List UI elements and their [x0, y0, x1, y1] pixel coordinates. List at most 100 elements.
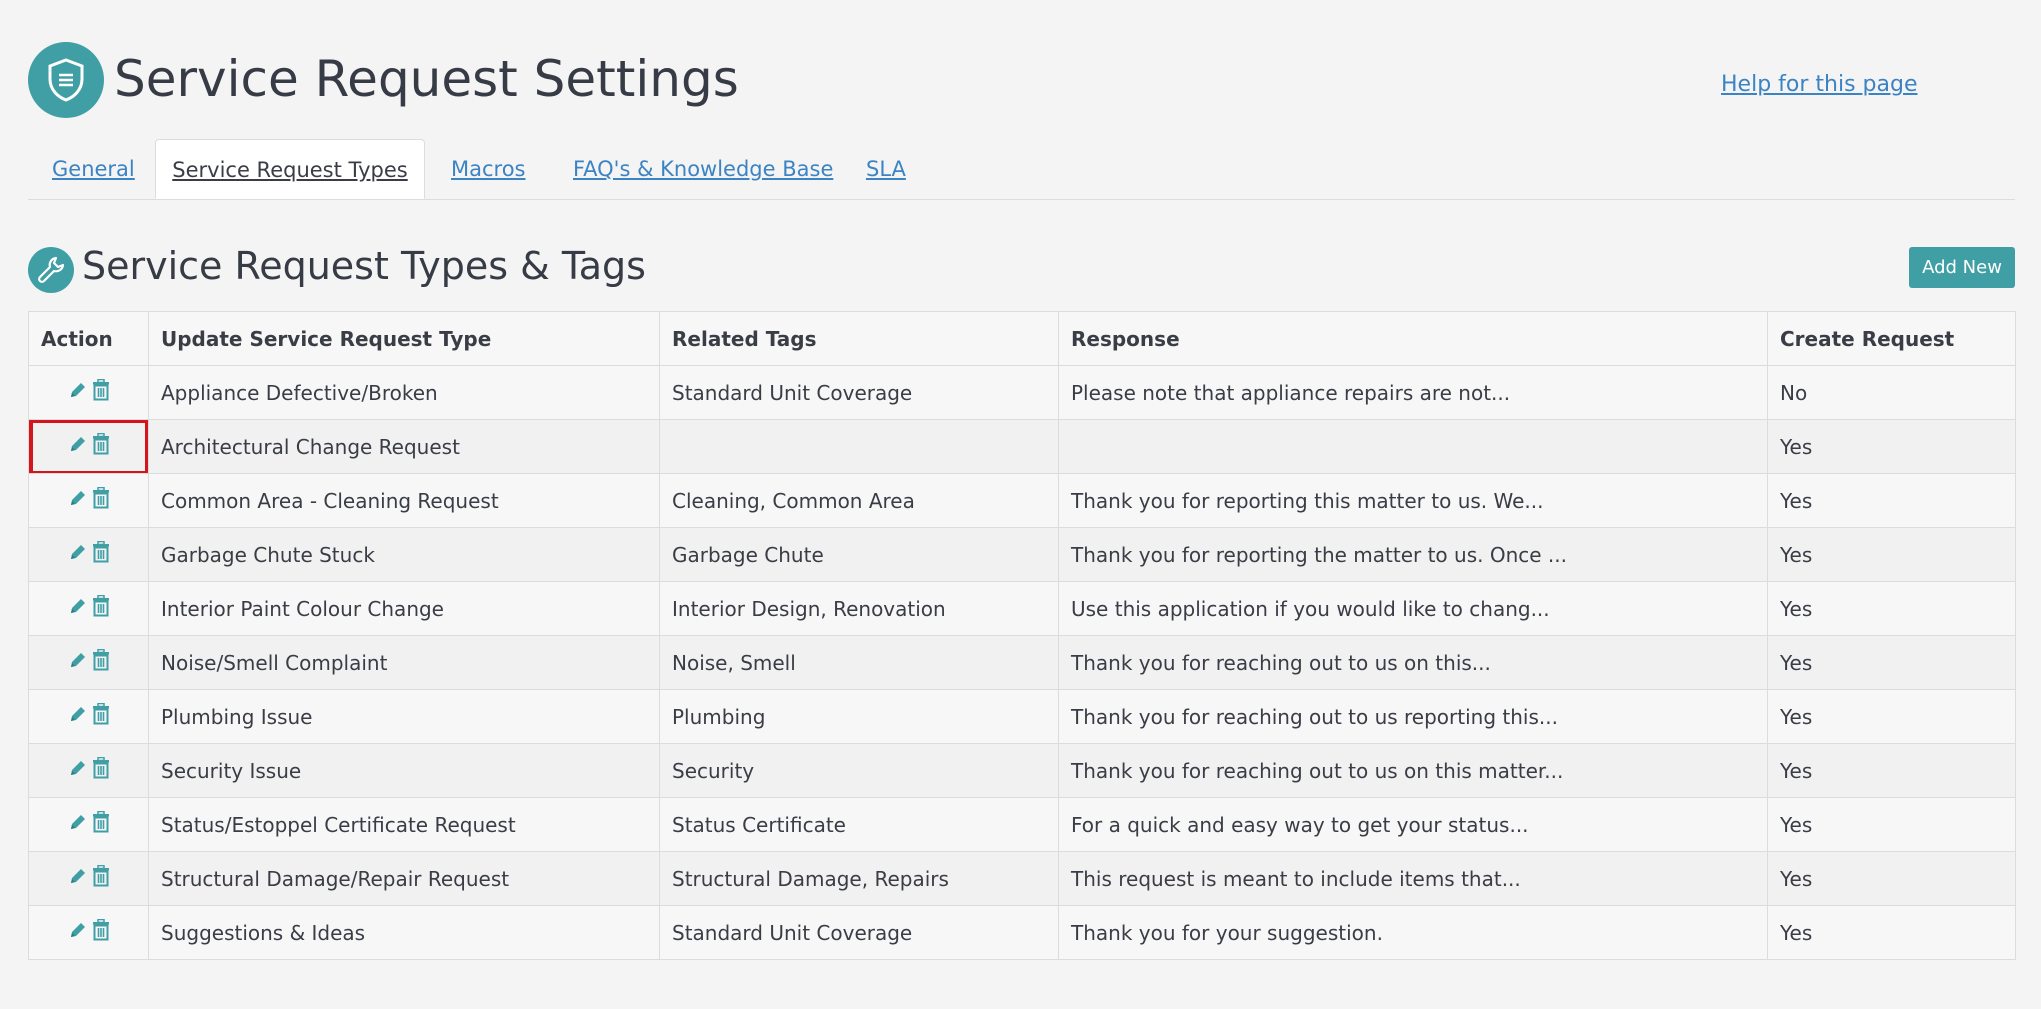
cell-type: Interior Paint Colour Change — [148, 581, 660, 636]
cell-create-request: Yes — [1767, 473, 2016, 528]
cell-response: Please note that appliance repairs are n… — [1058, 365, 1768, 420]
table-row: Plumbing Issue Plumbing Thank you for reac… — [28, 689, 2016, 744]
cell-create-request: Yes — [1767, 743, 2016, 798]
trash-icon[interactable] — [92, 864, 110, 892]
tab-service-request-types[interactable]: Service Request Types — [155, 139, 425, 199]
tab-bar: General Service Request Types Macros FAQ… — [28, 139, 2015, 200]
cell-type: Noise/Smell Complaint — [148, 635, 660, 690]
table-row: Garbage Chute Stuck Garbage Chute Thank yo… — [28, 527, 2016, 582]
cell-type: Structural Damage/Repair Request — [148, 851, 660, 906]
table-row: Suggestions & Ideas Standard Unit Coverag… — [28, 905, 2016, 960]
action-cell — [28, 635, 149, 690]
action-cell — [28, 473, 149, 528]
cell-tags: Status Certificate — [659, 797, 1059, 852]
pencil-icon[interactable] — [68, 542, 88, 567]
cell-tags: Garbage Chute — [659, 527, 1059, 582]
action-cell — [28, 365, 149, 420]
trash-icon[interactable] — [92, 648, 110, 676]
cell-create-request: Yes — [1767, 689, 2016, 744]
pencil-icon[interactable] — [68, 758, 88, 783]
trash-icon[interactable] — [92, 378, 110, 406]
cell-tags: Standard Unit Coverage — [659, 905, 1059, 960]
cell-tags: Security — [659, 743, 1059, 798]
column-header-create-request: Create Request — [1767, 311, 2016, 366]
highlight-box — [29, 420, 148, 473]
cell-type: Suggestions & Ideas — [148, 905, 660, 960]
cell-tags — [659, 419, 1059, 474]
cell-create-request: Yes — [1767, 635, 2016, 690]
column-header-tags: Related Tags — [659, 311, 1059, 366]
action-cell — [28, 527, 149, 582]
pencil-icon[interactable] — [68, 704, 88, 729]
cell-type: Security Issue — [148, 743, 660, 798]
service-request-settings-page: Service Request Settings Help for this p… — [0, 0, 2041, 1009]
pencil-icon[interactable] — [68, 596, 88, 621]
table-row: Appliance Defective/Broken Standard Unit … — [28, 365, 2016, 420]
trash-icon[interactable] — [92, 756, 110, 784]
cell-type: Architectural Change Request — [148, 419, 660, 474]
pencil-icon[interactable] — [68, 920, 88, 945]
pencil-icon[interactable] — [68, 812, 88, 837]
table-row: Interior Paint Colour Change Interior Des… — [28, 581, 2016, 636]
table-row: Security Issue Security Thank you for reac… — [28, 743, 2016, 798]
cell-tags: Structural Damage, Repairs — [659, 851, 1059, 906]
cell-create-request: Yes — [1767, 419, 2016, 474]
cell-tags: Cleaning, Common Area — [659, 473, 1059, 528]
cell-tags: Plumbing — [659, 689, 1059, 744]
tab-faqs-knowledge-base[interactable]: FAQ's & Knowledge Base — [573, 139, 833, 199]
cell-response: Thank you for reaching out to us on this… — [1058, 635, 1768, 690]
trash-icon[interactable] — [92, 918, 110, 946]
trash-icon[interactable] — [92, 702, 110, 730]
pencil-icon[interactable] — [68, 380, 88, 405]
pencil-icon[interactable] — [68, 650, 88, 675]
table-row: Structural Damage/Repair Request Structur… — [28, 851, 2016, 906]
cell-response — [1058, 419, 1768, 474]
pencil-icon[interactable] — [68, 434, 88, 459]
service-request-types-table: Action Update Service Request Type Relat… — [28, 311, 2016, 960]
help-link[interactable]: Help for this page — [1721, 72, 1917, 97]
cell-create-request: No — [1767, 365, 2016, 420]
column-header-action: Action — [28, 311, 149, 366]
tab-general[interactable]: General — [52, 139, 135, 199]
section-title: Service Request Types & Tags — [82, 244, 646, 288]
table-row: Common Area - Cleaning Request Cleaning, … — [28, 473, 2016, 528]
trash-icon[interactable] — [92, 540, 110, 568]
cell-tags: Interior Design, Renovation — [659, 581, 1059, 636]
cell-create-request: Yes — [1767, 851, 2016, 906]
column-header-type: Update Service Request Type — [148, 311, 660, 366]
cell-response: For a quick and easy way to get your sta… — [1058, 797, 1768, 852]
action-cell — [28, 851, 149, 906]
table-row: Architectural Change Request Yes — [28, 419, 2016, 474]
cell-type: Status/Estoppel Certificate Request — [148, 797, 660, 852]
cell-response: Thank you for reaching out to us on this… — [1058, 743, 1768, 798]
cell-response: Thank you for reporting this matter to u… — [1058, 473, 1768, 528]
action-cell — [28, 689, 149, 744]
trash-icon[interactable] — [92, 810, 110, 838]
trash-icon[interactable] — [92, 486, 110, 514]
table-header-row: Action Update Service Request Type Relat… — [28, 311, 2016, 366]
trash-icon[interactable] — [92, 432, 110, 460]
cell-type: Appliance Defective/Broken — [148, 365, 660, 420]
trash-icon[interactable] — [92, 594, 110, 622]
cell-type: Common Area - Cleaning Request — [148, 473, 660, 528]
action-cell — [28, 797, 149, 852]
action-cell — [28, 419, 149, 474]
page-title: Service Request Settings — [114, 50, 739, 108]
tab-sla[interactable]: SLA — [866, 139, 906, 199]
cell-response: This request is meant to include items t… — [1058, 851, 1768, 906]
action-cell — [28, 743, 149, 798]
cell-create-request: Yes — [1767, 905, 2016, 960]
table-row: Status/Estoppel Certificate Request Statu… — [28, 797, 2016, 852]
pencil-icon[interactable] — [68, 866, 88, 891]
shield-icon — [28, 42, 104, 118]
tab-macros[interactable]: Macros — [451, 139, 526, 199]
cell-create-request: Yes — [1767, 527, 2016, 582]
cell-response: Thank you for reporting the matter to us… — [1058, 527, 1768, 582]
action-cell — [28, 581, 149, 636]
cell-create-request: Yes — [1767, 581, 2016, 636]
add-new-button[interactable]: Add New — [1909, 247, 2015, 288]
cell-response: Use this application if you would like t… — [1058, 581, 1768, 636]
column-header-response: Response — [1058, 311, 1768, 366]
pencil-icon[interactable] — [68, 488, 88, 513]
cell-type: Plumbing Issue — [148, 689, 660, 744]
